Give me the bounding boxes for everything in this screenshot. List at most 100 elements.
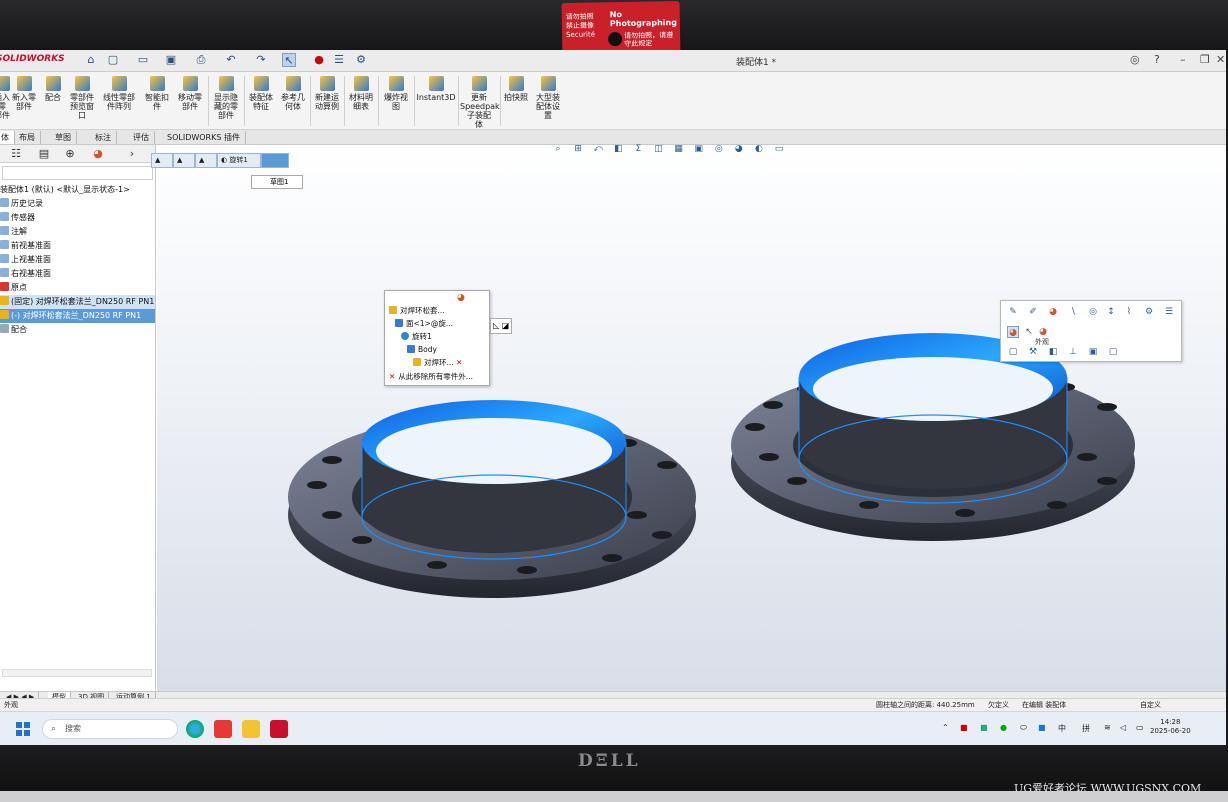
ribbon-bill-of-materials[interactable]: 材料明 细表: [346, 76, 376, 126]
new-icon[interactable]: ▢: [106, 53, 120, 67]
ribbon-new-motion-study[interactable]: 新建运 动算例: [312, 76, 342, 126]
edit-part-icon[interactable]: ✎: [1007, 306, 1019, 318]
configuration-tab-icon[interactable]: ⊕: [62, 147, 78, 161]
tree-item-top-plane[interactable]: 上视基准面: [0, 253, 155, 267]
isolate-icon[interactable]: ◎: [1087, 306, 1099, 318]
appearance-selected-icon[interactable]: ◕: [1007, 326, 1019, 338]
wrench-icon[interactable]: ⚒: [1027, 346, 1039, 358]
tree-item-history[interactable]: 历史记录: [0, 197, 155, 211]
expand-chevron-icon[interactable]: ›: [124, 147, 140, 161]
select-icon[interactable]: ↖: [282, 53, 296, 67]
ribbon-large-assembly-settings[interactable]: 大型装 配体设 置: [532, 76, 564, 126]
ctx-remove-all[interactable]: ✕ 从此移除所有零件外...: [389, 371, 473, 383]
edit-sketch-icon[interactable]: ◪: [502, 321, 510, 330]
edit-appearance-icon[interactable]: ◕: [733, 143, 745, 155]
restore-button[interactable]: ❐: [1200, 53, 1210, 66]
tab-markup[interactable]: 标注: [90, 131, 117, 144]
minimize-button[interactable]: –: [1180, 53, 1186, 66]
breadcrumb-component[interactable]: ▲: [173, 153, 195, 168]
tree-item-right-plane[interactable]: 右视基准面: [0, 267, 155, 281]
ctx-feature[interactable]: 旋转1: [401, 331, 432, 343]
tree-item-sensors[interactable]: 传感器: [0, 211, 155, 225]
tab-solidworks-addins[interactable]: SOLIDWORKS 插件: [162, 131, 246, 144]
wps-icon[interactable]: [214, 720, 232, 738]
print-icon[interactable]: ⎙: [194, 53, 208, 67]
undo-icon[interactable]: ↶: [224, 53, 238, 67]
tree-item-component-fixed[interactable]: (固定) 对焊环松套法兰_DN250 RF PN1: [0, 295, 155, 309]
save-icon[interactable]: ▣: [164, 53, 178, 67]
taskbar-search-input[interactable]: ⌕ 搜索: [42, 719, 178, 739]
ribbon-show-hidden[interactable]: 显示隐 藏的零 部件: [210, 76, 242, 126]
cube-icon[interactable]: ▣: [1087, 346, 1099, 358]
hide-icon[interactable]: ∖: [1067, 306, 1079, 318]
battery-icon[interactable]: ▭: [1136, 723, 1144, 732]
ribbon-reference-geometry[interactable]: 参考几 何体: [278, 76, 308, 126]
appearance-icon[interactable]: ◕: [1047, 306, 1059, 318]
dynamic-annotation-icon[interactable]: ◫: [652, 143, 664, 155]
solidworks-taskbar-icon[interactable]: [270, 720, 288, 738]
ribbon-component-preview[interactable]: 零部件 预览窗 口: [66, 76, 98, 126]
tree-item-annotations[interactable]: 注解: [0, 225, 155, 239]
close-button[interactable]: ✕: [1216, 53, 1225, 66]
ribbon-take-snapshot[interactable]: 拍快照: [502, 76, 530, 126]
sketch-icon[interactable]: ◺: [493, 321, 499, 330]
wifi-icon[interactable]: ≋: [1104, 723, 1111, 732]
list-icon[interactable]: ☰: [1163, 306, 1175, 318]
tree-item-component-floating[interactable]: (-) 对焊环松套法兰_DN250 RF PN1: [0, 309, 155, 323]
zoom-area-icon[interactable]: ⊞: [572, 143, 584, 155]
breadcrumb-assembly[interactable]: ▲: [151, 153, 173, 168]
edge-icon[interactable]: [186, 720, 204, 738]
rebuild-icon[interactable]: ●: [312, 53, 326, 67]
flange-right[interactable]: [731, 333, 1135, 541]
color-icon[interactable]: ◧: [1047, 346, 1059, 358]
tray-expand-icon[interactable]: ⌃: [942, 723, 949, 732]
breadcrumb-feature[interactable]: ◐ 旋转1: [217, 153, 261, 168]
ribbon-smart-fasteners[interactable]: 智能扣 件: [142, 76, 172, 126]
flange-left[interactable]: [288, 400, 696, 598]
tray-network-icon[interactable]: ⬭: [1020, 723, 1027, 733]
file-props-icon[interactable]: ☰: [332, 53, 346, 67]
volume-icon[interactable]: ◁: [1120, 723, 1126, 732]
account-icon[interactable]: ◎: [1130, 53, 1140, 66]
file-explorer-icon[interactable]: [242, 720, 260, 738]
breadcrumb-sketch[interactable]: 草图1: [251, 175, 304, 189]
tray-security-icon[interactable]: ■: [980, 723, 988, 732]
ctx-body[interactable]: Body: [407, 344, 437, 356]
taskbar-clock[interactable]: 14:28 2025-06-20: [1150, 718, 1191, 736]
tray-bluetooth-icon[interactable]: ■: [1038, 723, 1046, 732]
hide-show-icon[interactable]: ◎: [713, 143, 725, 155]
ime-language[interactable]: 中: [1058, 723, 1066, 734]
graphics-area[interactable]: ⌕ ⊞ ⤺ ◧ Σ ◫ ▦ ▣ ◎ ◕ ◐ ▭ ▲ ▲ ▲ ◐ 旋转1 草图1 …: [151, 143, 1226, 724]
home-icon[interactable]: ⌂: [84, 53, 98, 67]
tab-assembly[interactable]: 体: [0, 131, 15, 144]
attach-icon[interactable]: ⌇: [1123, 306, 1135, 318]
tree-item-front-plane[interactable]: 前视基准面: [0, 239, 155, 253]
display-style-icon[interactable]: ▣: [693, 143, 705, 155]
scene-icon[interactable]: ◐: [753, 143, 765, 155]
previous-view-icon[interactable]: ⤺: [592, 143, 604, 155]
ctx-part[interactable]: 对焊环... ✕: [413, 357, 462, 369]
ribbon-instant3d[interactable]: Instant3D: [416, 76, 456, 126]
options-icon[interactable]: ⚙: [354, 53, 368, 67]
tool-icon[interactable]: ⚙: [1143, 306, 1155, 318]
tree-item-mates[interactable]: 配合: [0, 323, 155, 337]
ribbon-assembly-features[interactable]: 装配体 特征: [246, 76, 276, 126]
redo-icon[interactable]: ↷: [254, 53, 268, 67]
breadcrumb-face[interactable]: [261, 153, 289, 168]
help-icon[interactable]: ?: [1154, 53, 1160, 66]
tree-item-origin[interactable]: 原点: [0, 281, 155, 295]
zoom-to-fit-icon[interactable]: ⌕: [552, 143, 564, 155]
tray-wechat-icon[interactable]: ●: [1000, 723, 1007, 732]
sum-icon[interactable]: Σ: [632, 143, 644, 155]
open-icon[interactable]: ▭: [136, 53, 150, 67]
tab-layout[interactable]: 布局: [14, 131, 41, 144]
view-orientation-icon[interactable]: ▦: [673, 143, 685, 155]
move-icon[interactable]: ↕: [1105, 306, 1117, 318]
ribbon-new-part[interactable]: 新入零 部件: [10, 76, 38, 126]
property-manager-tab-icon[interactable]: ▤: [36, 147, 52, 161]
tab-evaluate[interactable]: 评估: [128, 131, 155, 144]
tree-horizontal-scrollbar[interactable]: [2, 669, 152, 677]
ribbon-mate[interactable]: 配合: [42, 76, 64, 126]
tree-root-assembly[interactable]: 装配体1 (默认) <默认_显示状态-1>: [0, 183, 155, 197]
appearance-tab-icon[interactable]: ◕: [90, 147, 106, 161]
